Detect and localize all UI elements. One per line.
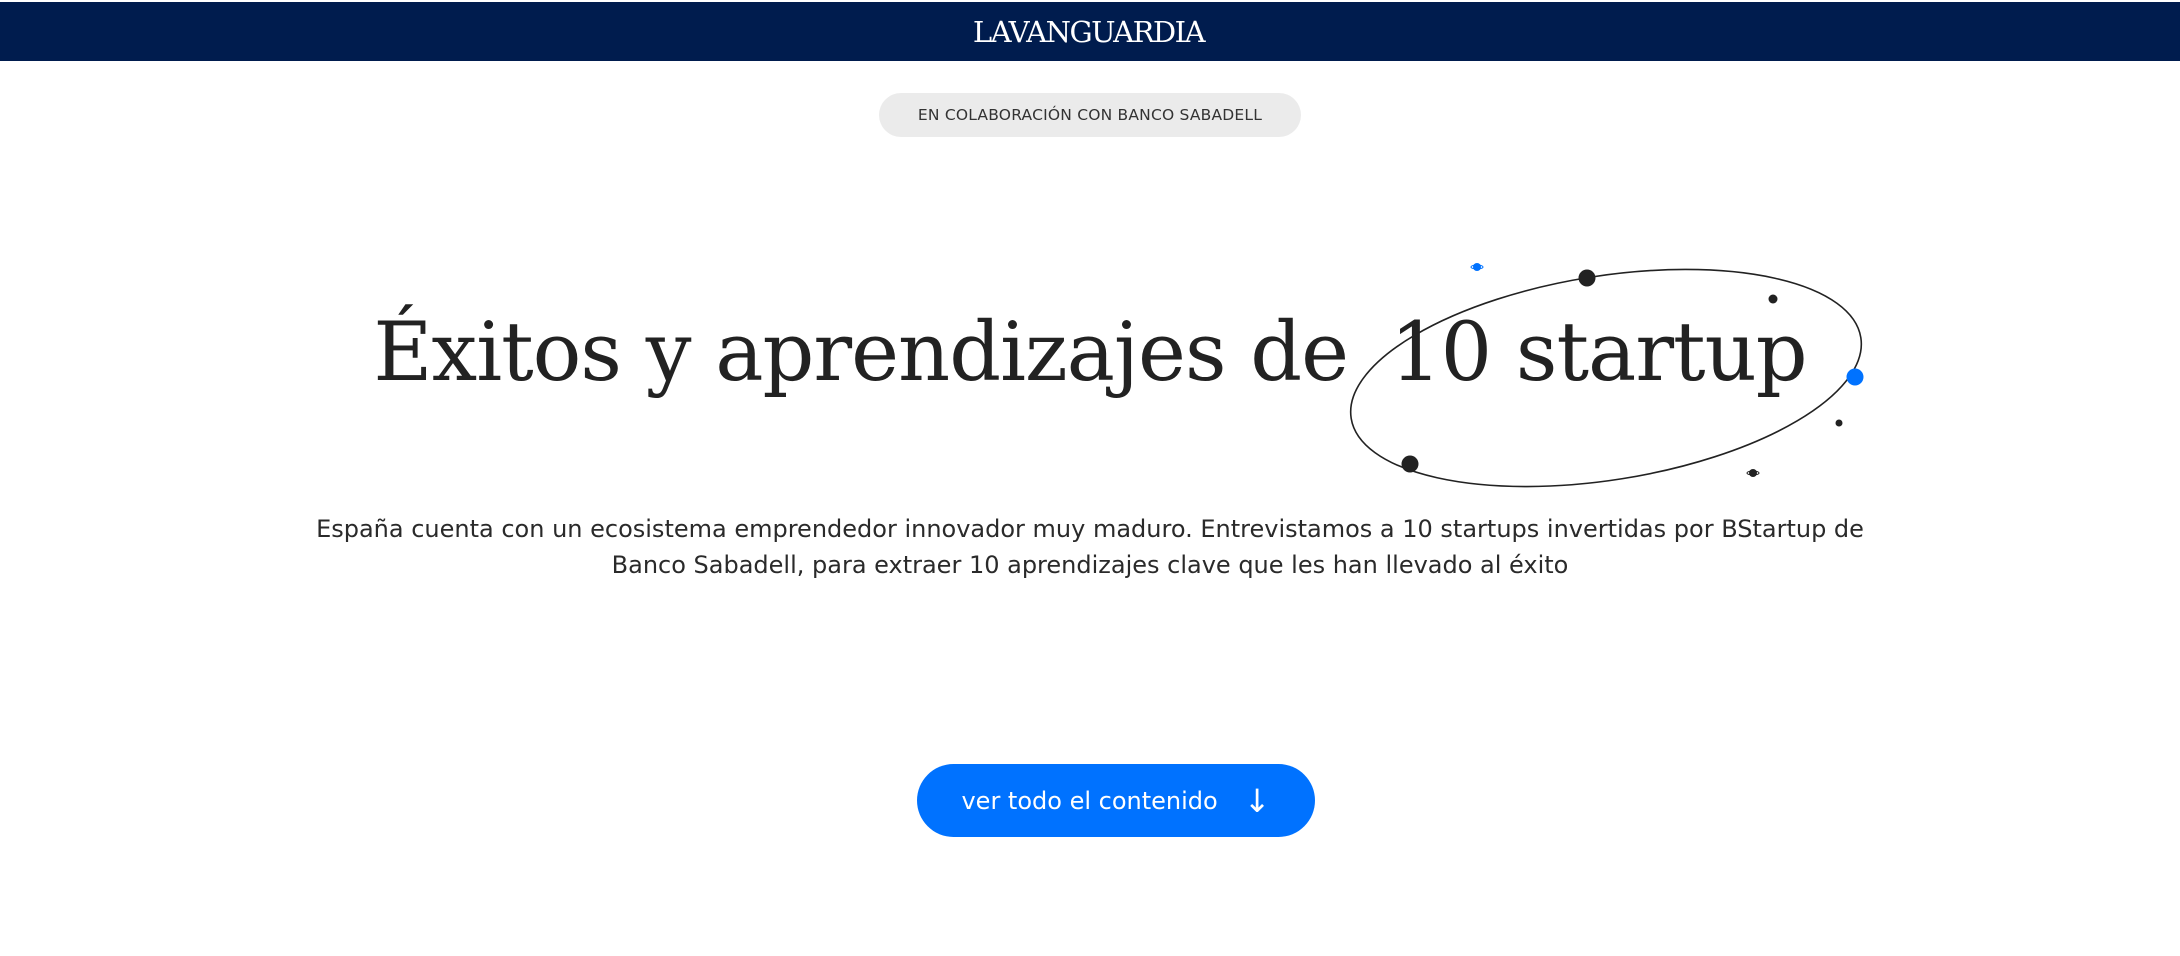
view-all-content-button[interactable]: ver todo el contenido ↓	[917, 764, 1315, 837]
orbit-dot-small-1	[1768, 294, 1778, 304]
hero-title-highlight: 10 startup	[1390, 306, 1808, 400]
view-all-content-label: ver todo el contenido	[961, 786, 1218, 815]
collaboration-badge: EN COLABORACIÓN CON BANCO SABADELL	[879, 93, 1301, 137]
la-vanguardia-logo[interactable]: LAVANGUARDIA	[973, 18, 1206, 47]
orbit-dot-blue-small-ring	[1470, 264, 1484, 270]
orbit-dot-blue-small	[1473, 263, 1481, 271]
hero-description: España cuenta con un ecosistema emprende…	[316, 515, 1864, 579]
orbit-dot-small-2	[1835, 419, 1843, 427]
orbit-dot-small-3-ring	[1746, 470, 1760, 476]
orbit-dot-large-top	[1578, 269, 1596, 287]
hero-title: Éxitos y aprendizajes de 10 startup	[0, 305, 2180, 402]
orbit-dot-large-left	[1401, 455, 1419, 473]
arrow-down-icon: ↓	[1243, 781, 1271, 820]
orbit-dot-small-3	[1749, 469, 1757, 477]
site-header: LAVANGUARDIA	[0, 2, 2180, 61]
hero-title-main: Éxitos y aprendizajes de	[373, 306, 1349, 400]
